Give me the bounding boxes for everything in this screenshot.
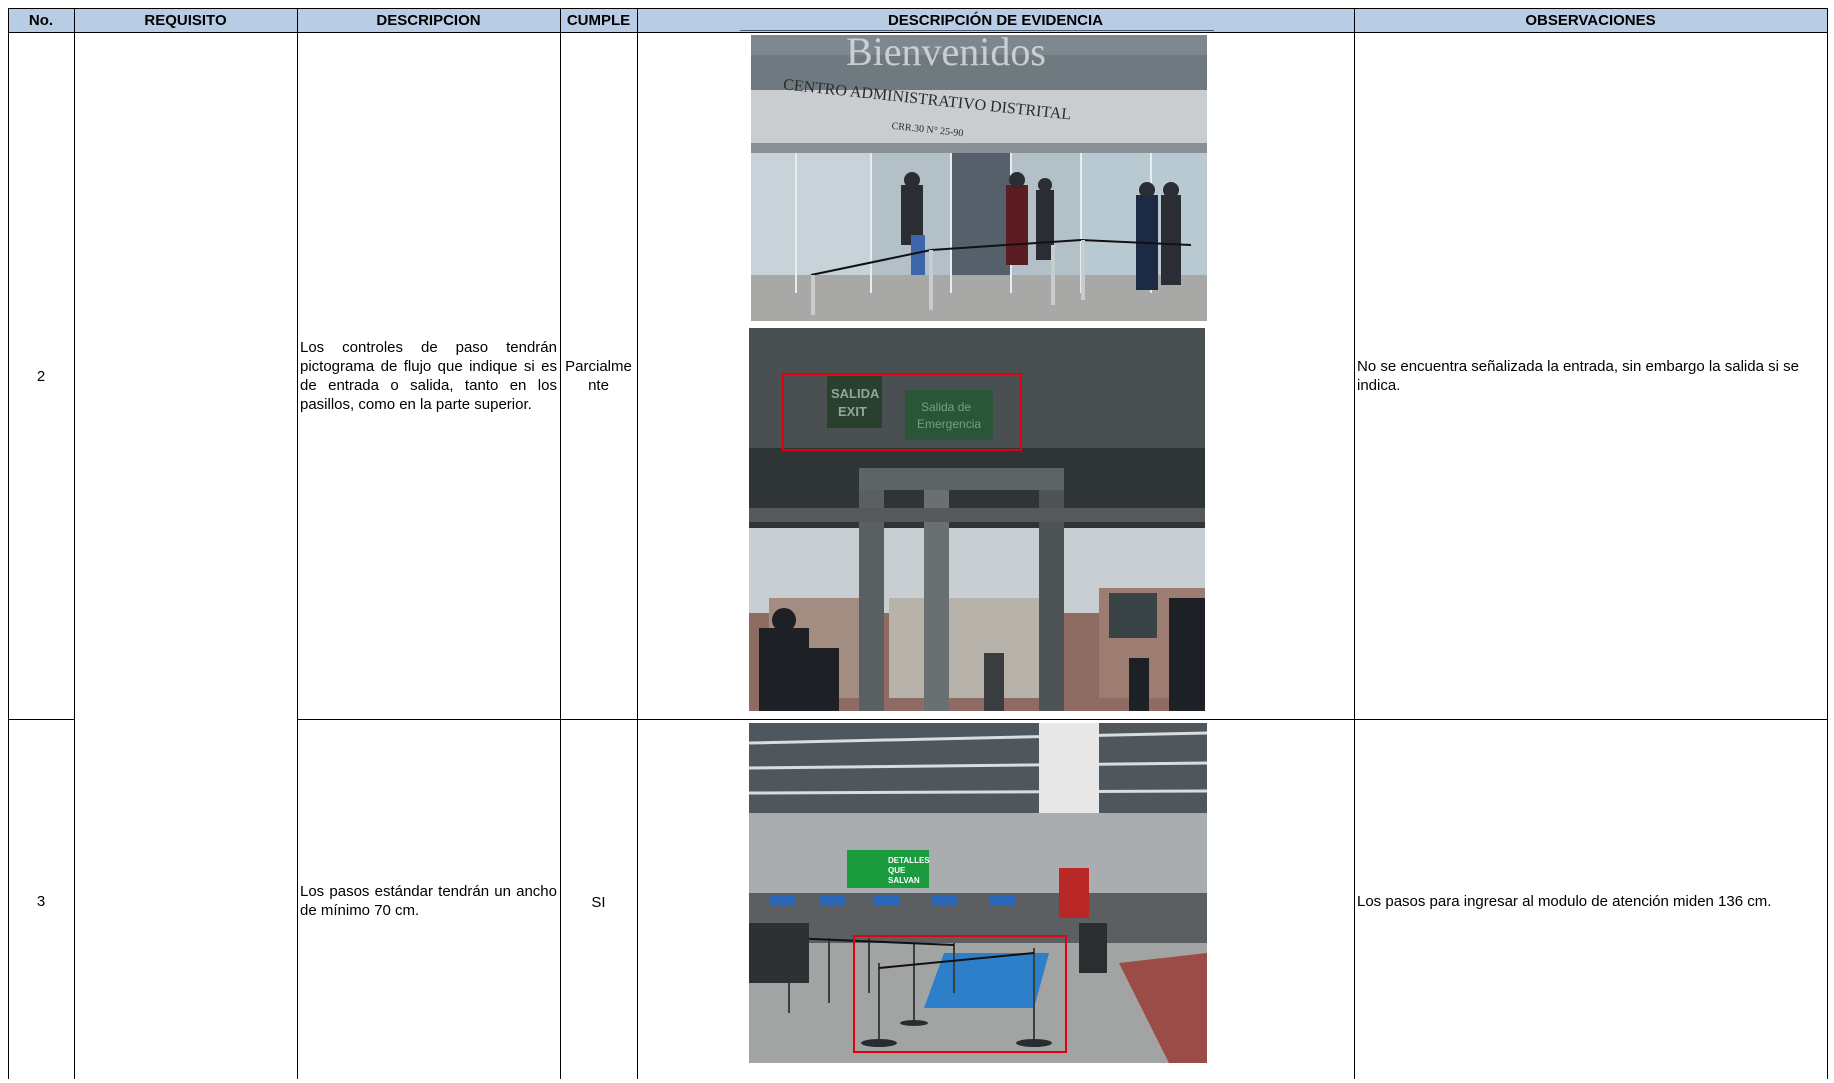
observations-cell: No se encuentra señalizada la entrada, s… [1357, 358, 1799, 394]
evidence-photo-exit-signs: SALIDA EXIT Salida de Emergencia [749, 328, 1205, 711]
header-observaciones: OBSERVACIONES [1525, 11, 1656, 29]
header-no: No. [28, 11, 54, 29]
svg-text:Bienvenidos: Bienvenidos [846, 35, 1046, 74]
grid-line [297, 8, 298, 1079]
description-cell: Los pasos estándar tendrán un ancho de m… [300, 883, 557, 919]
spreadsheet: No. REQUISITO DESCRIPCION CUMPLE DESCRIP… [0, 0, 1834, 1079]
header-cumple: CUMPLE [566, 11, 631, 29]
annotation-box [782, 373, 1022, 451]
header-requisito: REQUISITO [144, 11, 227, 29]
svg-text:QUE: QUE [888, 866, 906, 875]
compliance-cell: Parcialme nte [560, 357, 637, 395]
compliance-line-1: Parcialme [565, 358, 632, 375]
grid-line [8, 32, 1828, 33]
grid-line [8, 8, 1828, 9]
grid-line [1827, 8, 1828, 1079]
compliance-line-2: nte [588, 377, 609, 394]
svg-text:SALVAN: SALVAN [888, 876, 920, 885]
evidence-photo-entrance: Bienvenidos CENTRO ADMINISTRATIVO DISTRI… [751, 35, 1207, 321]
header-evidencia: DESCRIPCIÓN DE EVIDENCIA [887, 11, 1104, 29]
compliance-cell: SI [591, 893, 606, 911]
header-descripcion: DESCRIPCION [376, 11, 481, 29]
grid-line [74, 8, 75, 1079]
grid-line [297, 719, 1828, 720]
annotation-box [853, 935, 1067, 1053]
row-number: 3 [36, 893, 46, 910]
grid-line [560, 8, 561, 1079]
row-number: 2 [36, 367, 46, 385]
evidence-photo-queue: DETALLES QUE SALVAN [749, 723, 1207, 1063]
description-cell: Los controles de paso tendrán pictograma… [300, 339, 557, 413]
grid-line [1354, 8, 1355, 1079]
observations-cell: Los pasos para ingresar al modulo de ate… [1357, 893, 1772, 910]
svg-text:DETALLES: DETALLES [888, 856, 930, 865]
grid-line [637, 8, 638, 1079]
header-underline [740, 30, 1214, 31]
